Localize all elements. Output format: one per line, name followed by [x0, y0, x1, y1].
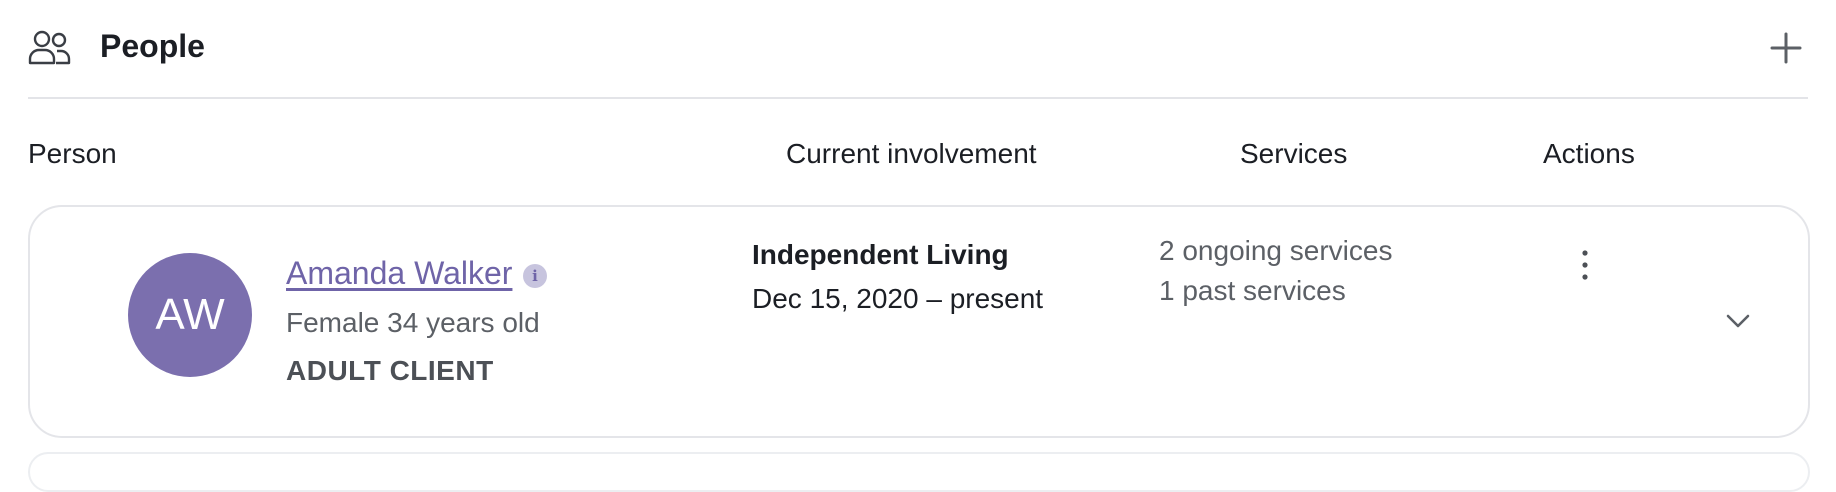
involvement-dates: Dec 15, 2020 – present	[752, 283, 1044, 314]
avatar: AW	[128, 253, 252, 377]
section-header: People	[28, 0, 1808, 99]
services-past: 1 past services	[1159, 275, 1346, 306]
info-icon[interactable]: i	[523, 264, 547, 288]
section-title: People	[100, 28, 205, 64]
person-row-card: AW Amanda Walker i Female 34 years old A…	[28, 205, 1810, 438]
column-header-services: Services	[1240, 138, 1348, 169]
services-ongoing: 2 ongoing services	[1159, 235, 1393, 266]
more-vertical-icon[interactable]	[1575, 245, 1595, 285]
column-header-involvement: Current involvement	[786, 138, 1037, 169]
person-demographics: Female 34 years old	[286, 307, 540, 338]
column-header-person: Person	[28, 138, 117, 169]
person-type-label: ADULT CLIENT	[286, 355, 494, 386]
chevron-down-icon[interactable]	[1720, 303, 1756, 339]
people-icon	[28, 30, 71, 65]
next-row-card	[28, 452, 1810, 492]
column-header-actions: Actions	[1543, 138, 1635, 169]
person-name-link[interactable]: Amanda Walker	[286, 255, 512, 292]
involvement-program: Independent Living	[752, 239, 1009, 270]
add-person-button[interactable]	[1764, 26, 1808, 70]
